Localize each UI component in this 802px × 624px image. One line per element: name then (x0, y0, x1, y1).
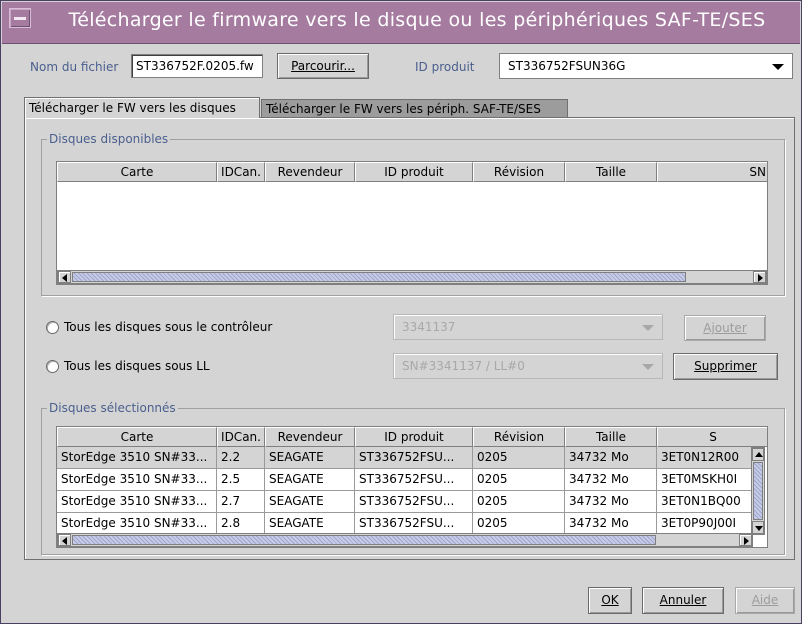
cell-card: StorEdge 3510 SN#33... (57, 447, 217, 469)
cell-vendor: SEAGATE (265, 469, 355, 491)
cell-serial: 3ET0MSKH0I (657, 469, 753, 491)
cell-product-id: ST336752FSU... (355, 513, 473, 535)
ll-radio[interactable] (46, 360, 59, 373)
scroll-thumb[interactable] (72, 272, 686, 282)
cell-channel-id: 2.7 (217, 491, 265, 513)
selected-disks-title: Disques sélectionnés (47, 401, 178, 415)
browse-button[interactable]: Parcourir... (277, 53, 369, 79)
add-button[interactable]: Ajouter (684, 315, 766, 341)
selected-disks-table[interactable]: Carte IDCan. Revendeur ID produit Révisi… (56, 426, 768, 548)
col-header-vendor[interactable]: Revendeur (265, 427, 355, 447)
col-header-serial[interactable]: SN (657, 162, 767, 182)
chevron-down-icon (772, 64, 784, 70)
cell-size: 34732 Mo (565, 447, 657, 469)
tab-disks[interactable]: Télécharger le FW vers les disques (24, 97, 260, 118)
col-header-size[interactable]: Taille (565, 162, 657, 182)
cell-size: 34732 Mo (565, 491, 657, 513)
selected-horizontal-scrollbar[interactable] (57, 533, 753, 547)
available-table-header: Carte IDCan. Revendeur ID produit Révisi… (57, 162, 767, 182)
col-header-product-id[interactable]: ID produit (355, 162, 473, 182)
cell-product-id: ST336752FSU... (355, 469, 473, 491)
file-name-field[interactable]: ST336752F.0205.fw (131, 54, 263, 78)
help-button-label: Aide (751, 593, 779, 607)
ll-value: SN#3341137 / LL#0 (402, 359, 525, 373)
col-header-revision[interactable]: Révision (473, 427, 565, 447)
window-title: Télécharger le firmware vers le disque o… (68, 9, 766, 31)
firmware-download-dialog: Télécharger le firmware vers le disque o… (0, 0, 802, 624)
col-header-channel-id[interactable]: IDCan. (217, 427, 265, 447)
cell-revision: 0205 (473, 469, 565, 491)
col-header-product-id[interactable]: ID produit (355, 427, 473, 447)
scroll-thumb[interactable] (72, 535, 656, 545)
cell-product-id: ST336752FSU... (355, 447, 473, 469)
cell-card: StorEdge 3510 SN#33... (57, 513, 217, 535)
title-bar[interactable]: Télécharger le firmware vers le disque o… (2, 2, 800, 44)
col-header-vendor[interactable]: Revendeur (265, 162, 355, 182)
available-horizontal-scrollbar[interactable] (57, 270, 767, 284)
cell-channel-id: 2.8 (217, 513, 265, 535)
controller-radio[interactable] (46, 321, 59, 334)
cell-serial: 3ET0N1BQ00 (657, 491, 753, 513)
cell-channel-id: 2.2 (217, 447, 265, 469)
cell-product-id: ST336752FSU... (355, 491, 473, 513)
scroll-right-arrow-icon[interactable] (739, 534, 752, 546)
cell-channel-id: 2.5 (217, 469, 265, 491)
scroll-up-arrow-icon[interactable] (752, 448, 764, 461)
cell-card: StorEdge 3510 SN#33... (57, 469, 217, 491)
scroll-right-arrow-icon[interactable] (753, 271, 766, 283)
col-header-serial[interactable]: S (657, 427, 767, 447)
cell-serial: 3ET0P90J00I (657, 513, 753, 535)
table-row[interactable]: StorEdge 3510 SN#33... 2.5 SEAGATE ST336… (57, 469, 753, 491)
controller-value: 3341137 (402, 320, 456, 334)
col-header-channel-id[interactable]: IDCan. (217, 162, 265, 182)
cell-vendor: SEAGATE (265, 491, 355, 513)
remove-button-label: Supprimer (694, 359, 757, 373)
col-header-revision[interactable]: Révision (473, 162, 565, 182)
cell-size: 34732 Mo (565, 469, 657, 491)
tab-saf-te-ses[interactable]: Télécharger le FW vers les périph. SAF-T… (261, 99, 568, 118)
ok-button[interactable]: OK (588, 587, 632, 614)
table-row[interactable]: StorEdge 3510 SN#33... 2.7 SEAGATE ST336… (57, 491, 753, 513)
col-header-size[interactable]: Taille (565, 427, 657, 447)
cell-revision: 0205 (473, 491, 565, 513)
file-name-label: Nom du fichier (30, 60, 119, 74)
help-button[interactable]: Aide (735, 587, 795, 614)
cell-vendor: SEAGATE (265, 447, 355, 469)
selected-table-header: Carte IDCan. Revendeur ID produit Révisi… (57, 427, 767, 447)
chevron-down-icon (642, 325, 654, 331)
add-button-label: Ajouter (703, 321, 747, 335)
ll-radio-label: Tous les disques sous LL (64, 359, 210, 373)
product-id-value: ST336752FSUN36G (508, 59, 626, 73)
cell-revision: 0205 (473, 447, 565, 469)
scroll-left-arrow-icon[interactable] (58, 534, 71, 546)
controller-select[interactable]: 3341137 (393, 314, 663, 340)
product-id-label: ID produit (415, 60, 475, 74)
available-disks-title: Disques disponibles (47, 132, 171, 146)
selected-vertical-scrollbar[interactable] (751, 447, 765, 535)
available-disks-table[interactable]: Carte IDCan. Revendeur ID produit Révisi… (56, 161, 768, 285)
browse-button-label: Parcourir... (291, 59, 355, 73)
window-menu-icon[interactable] (9, 8, 31, 28)
scroll-left-arrow-icon[interactable] (58, 271, 71, 283)
remove-button[interactable]: Supprimer (673, 353, 778, 380)
col-header-card[interactable]: Carte (57, 162, 217, 182)
ll-select[interactable]: SN#3341137 / LL#0 (393, 353, 663, 379)
cancel-button-label: Annuler (659, 593, 707, 607)
cell-size: 34732 Mo (565, 513, 657, 535)
scroll-thumb[interactable] (753, 462, 763, 520)
cell-card: StorEdge 3510 SN#33... (57, 491, 217, 513)
col-header-card[interactable]: Carte (57, 427, 217, 447)
cancel-button[interactable]: Annuler (642, 587, 724, 614)
table-row[interactable]: StorEdge 3510 SN#33... 2.2 SEAGATE ST336… (57, 447, 753, 469)
controller-radio-label: Tous les disques sous le contrôleur (64, 320, 273, 334)
cell-vendor: SEAGATE (265, 513, 355, 535)
scroll-down-arrow-icon[interactable] (752, 521, 764, 534)
table-row[interactable]: StorEdge 3510 SN#33... 2.8 SEAGATE ST336… (57, 513, 753, 535)
product-id-select[interactable]: ST336752FSUN36G (499, 53, 793, 79)
cell-revision: 0205 (473, 513, 565, 535)
chevron-down-icon (642, 364, 654, 370)
ok-button-label: OK (601, 593, 619, 607)
cell-serial: 3ET0N12R00 (657, 447, 753, 469)
